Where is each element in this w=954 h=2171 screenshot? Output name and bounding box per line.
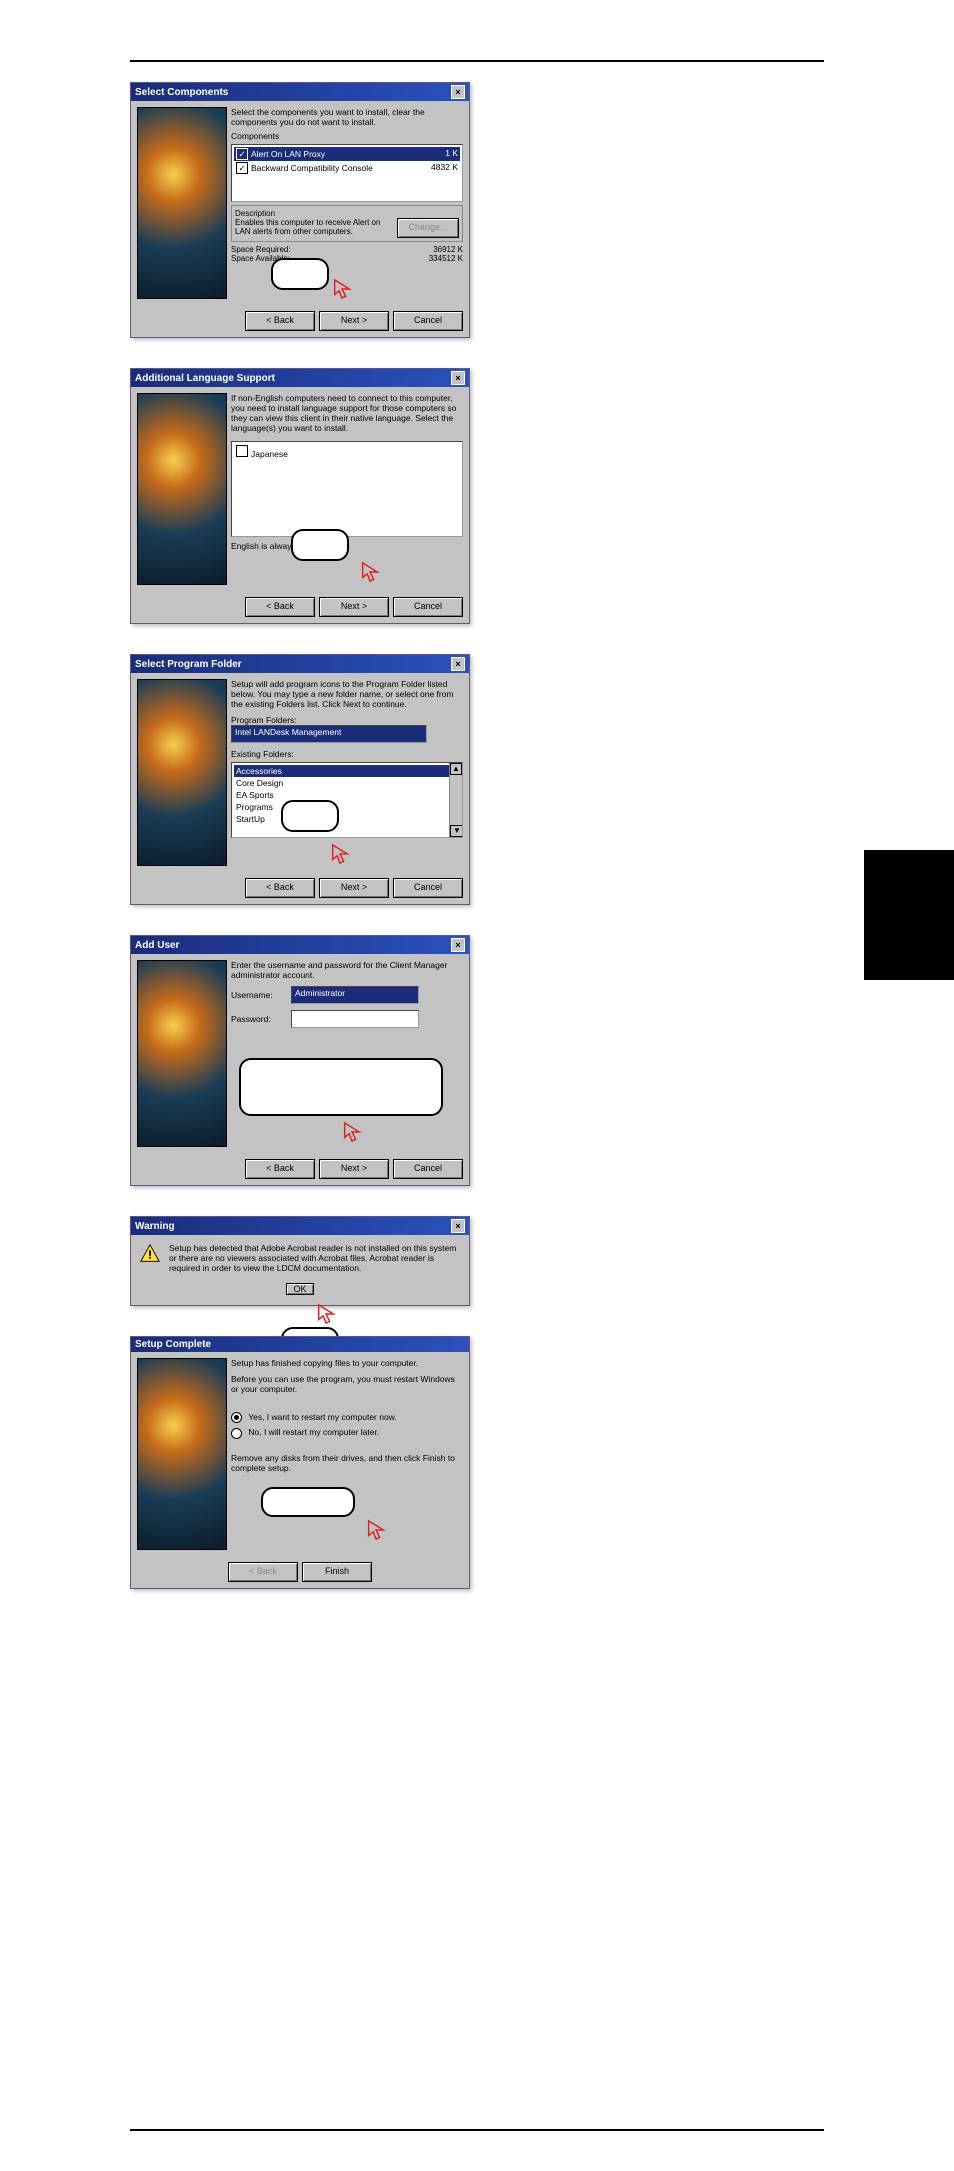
close-icon[interactable]: × bbox=[451, 371, 465, 385]
titlebar: Select Program Folder × bbox=[131, 655, 469, 673]
titlebar: Additional Language Support × bbox=[131, 369, 469, 387]
page-bottom-rule bbox=[130, 2129, 824, 2131]
wizard-side-image bbox=[137, 393, 225, 585]
restart-no-radio[interactable]: No, I will restart my computer later. bbox=[231, 1427, 463, 1438]
page-side-tab bbox=[864, 850, 954, 980]
dialog-title: Additional Language Support bbox=[135, 373, 275, 384]
list-item[interactable]: ✓Alert On LAN Proxy 1 K bbox=[234, 147, 460, 161]
scrollbar[interactable]: ▲ ▼ bbox=[449, 763, 462, 837]
complete-line3a: Remove any disks from their drives, and … bbox=[231, 1453, 455, 1463]
dialog-select-components: Select Components × Select the component… bbox=[130, 82, 470, 338]
username-label: Username: bbox=[231, 990, 285, 1000]
titlebar: Warning × bbox=[131, 1217, 469, 1235]
dialog-warning: Warning × Setup has detected that Adobe … bbox=[130, 1216, 470, 1306]
dialog-setup-complete: Setup Complete Setup has finished copyin… bbox=[130, 1336, 470, 1589]
back-button[interactable]: < Back bbox=[245, 878, 315, 898]
next-button[interactable]: Next > bbox=[319, 597, 389, 617]
cancel-button[interactable]: Cancel bbox=[393, 597, 463, 617]
callout-bubble bbox=[291, 529, 349, 561]
language-list[interactable]: Japanese bbox=[231, 441, 463, 537]
close-icon[interactable]: × bbox=[451, 85, 465, 99]
list-item[interactable]: ✓Backward Compatibility Console 4832 K bbox=[234, 161, 460, 175]
page-top-rule bbox=[130, 60, 824, 62]
next-button[interactable]: Next > bbox=[319, 311, 389, 331]
space-required-label: Space Required: bbox=[231, 245, 291, 254]
dialog-title: Add User bbox=[135, 940, 179, 951]
program-folder-input[interactable]: Intel LANDesk Management bbox=[231, 725, 427, 743]
list-item[interactable]: Japanese bbox=[234, 444, 460, 460]
complete-line3b: complete setup. bbox=[231, 1463, 463, 1473]
instruction-text: Enter the username and password for the … bbox=[231, 960, 463, 980]
next-button[interactable]: Next > bbox=[319, 1159, 389, 1179]
back-button[interactable]: < Back bbox=[245, 597, 315, 617]
cancel-button[interactable]: Cancel bbox=[393, 878, 463, 898]
next-button[interactable]: Next > bbox=[319, 878, 389, 898]
callout-bubble bbox=[271, 258, 329, 290]
dialog-additional-language: Additional Language Support × If non-Eng… bbox=[130, 368, 470, 624]
back-button: < Back bbox=[228, 1562, 298, 1582]
close-icon[interactable]: × bbox=[451, 1219, 465, 1233]
warning-icon bbox=[139, 1243, 161, 1265]
list-item[interactable]: EA Sports bbox=[234, 789, 460, 801]
list-item[interactable]: Accessories bbox=[234, 765, 460, 777]
complete-line2: Before you can use the program, you must… bbox=[231, 1374, 463, 1394]
close-icon[interactable]: × bbox=[451, 657, 465, 671]
existing-folders-list[interactable]: Accessories Core Design EA Sports Progra… bbox=[231, 762, 463, 838]
titlebar: Add User × bbox=[131, 936, 469, 954]
list-item[interactable]: Core Design bbox=[234, 777, 460, 789]
description-box: Description Enables this computer to rec… bbox=[231, 205, 463, 242]
dialog-title: Select Program Folder bbox=[135, 659, 242, 670]
wizard-side-image bbox=[137, 960, 225, 1147]
components-list[interactable]: ✓Alert On LAN Proxy 1 K ✓Backward Compat… bbox=[231, 144, 463, 202]
callout-bubble bbox=[239, 1058, 443, 1116]
password-input[interactable] bbox=[291, 1010, 419, 1028]
dialog-title: Select Components bbox=[135, 87, 228, 98]
finish-button[interactable]: Finish bbox=[302, 1562, 372, 1582]
ok-button[interactable]: OK bbox=[286, 1283, 313, 1295]
dialog-title: Setup Complete bbox=[135, 1339, 211, 1350]
back-button[interactable]: < Back bbox=[245, 1159, 315, 1179]
existing-folders-label: Existing Folders: bbox=[231, 749, 463, 759]
warning-text: Setup has detected that Adobe Acrobat re… bbox=[169, 1243, 461, 1273]
callout-bubble bbox=[281, 800, 339, 832]
callout-bubble bbox=[261, 1487, 355, 1517]
dialog-add-user: Add User × Enter the username and passwo… bbox=[130, 935, 470, 1186]
program-folders-label: Program Folders: bbox=[231, 715, 463, 725]
titlebar: Select Components × bbox=[131, 83, 469, 101]
wizard-side-image bbox=[137, 679, 225, 866]
list-item[interactable]: StartUp bbox=[234, 813, 460, 825]
wizard-side-image bbox=[137, 107, 225, 299]
instruction-text: Setup will add program icons to the Prog… bbox=[231, 679, 463, 709]
back-button[interactable]: < Back bbox=[245, 311, 315, 331]
radio-icon bbox=[231, 1412, 242, 1423]
instruction-text: Select the components you want to instal… bbox=[231, 107, 463, 127]
close-icon[interactable]: × bbox=[451, 938, 465, 952]
dialog-title: Warning bbox=[135, 1221, 175, 1232]
username-input[interactable]: Administrator bbox=[291, 986, 419, 1004]
change-button: Change... bbox=[397, 218, 459, 238]
password-label: Password: bbox=[231, 1014, 285, 1024]
wizard-side-image bbox=[137, 1358, 225, 1550]
instruction-text: If non-English computers need to connect… bbox=[231, 393, 463, 433]
restart-yes-radio[interactable]: Yes, I want to restart my computer now. bbox=[231, 1412, 463, 1423]
cancel-button[interactable]: Cancel bbox=[393, 311, 463, 331]
space-required-value: 36912 K bbox=[433, 245, 463, 254]
pointer-icon bbox=[315, 1303, 337, 1325]
complete-line1: Setup has finished copying files to your… bbox=[231, 1358, 463, 1368]
titlebar: Setup Complete bbox=[131, 1337, 469, 1352]
dialog-select-program-folder: Select Program Folder × Setup will add p… bbox=[130, 654, 470, 905]
components-label: Components bbox=[231, 131, 463, 141]
cancel-button[interactable]: Cancel bbox=[393, 1159, 463, 1179]
space-available-value: 334512 K bbox=[429, 254, 463, 263]
list-item[interactable]: Programs bbox=[234, 801, 460, 813]
radio-icon bbox=[231, 1428, 242, 1439]
